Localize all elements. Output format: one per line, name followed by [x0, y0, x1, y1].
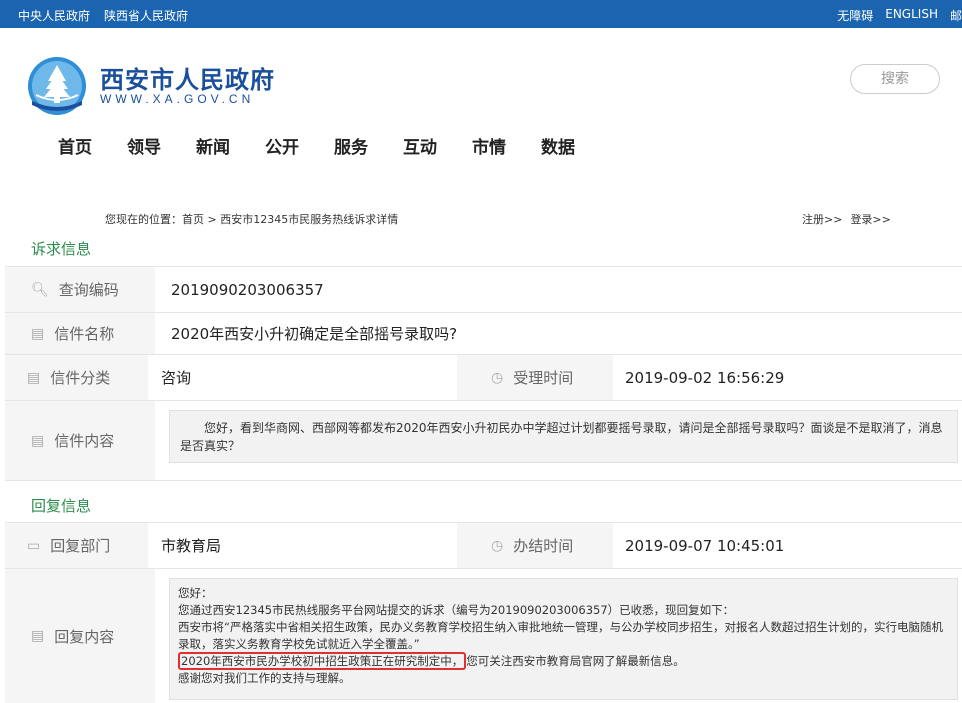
letter-name-label-text: 信件名称: [54, 325, 115, 343]
query-code-value: 2019090203006357: [171, 280, 324, 299]
category-label-text: 信件分类: [50, 369, 111, 387]
site-name: 西安市人民政府: [100, 66, 275, 94]
reply-line-rest: 您可关注西安市教育局官网了解最新信息。: [466, 654, 685, 668]
nav-leaders[interactable]: 领导: [127, 133, 196, 158]
clock-icon: ◷: [491, 369, 504, 386]
reply-line: 2020年西安市民办学校初中招生政策正在研究制定中， 您可关注西安市教育局官网了解…: [178, 652, 949, 670]
done-time-value: 2019-09-07 10:45:01: [625, 536, 785, 555]
document-icon: ▤: [31, 432, 45, 449]
nav-home[interactable]: 首页: [58, 133, 127, 158]
top-links-right: 无障碍 ENGLISH 邮: [837, 7, 962, 24]
appeal-content: 您好，看到华商网、西部网等都发布2020年西安小升初民办中学超过计划都要摇号录取…: [169, 410, 958, 463]
top-links-left: 中央人民政府 陕西省人民政府: [18, 7, 188, 24]
letter-name-label: ▤ 信件名称: [5, 313, 155, 354]
auth-links: 注册>> 登录>>: [802, 211, 891, 227]
row-reply-dept: ▭ 回复部门 市教育局 ◷ 办结时间 2019-09-07 10:45:01: [5, 523, 962, 569]
breadcrumb: 您现在的位置：首页 > 西安市12345市民服务热线诉求详情 注册>> 登录>>: [0, 208, 962, 228]
reply-line: 您通过西安12345市民热线服务平台网站提交的诉求（编号为20190902030…: [178, 603, 735, 617]
reply-line: 您好：: [178, 586, 213, 600]
category-label: ▤ 信件分类: [5, 355, 148, 400]
register-link[interactable]: 注册>>: [802, 211, 842, 227]
site-header: 西安市人民政府 WWW.XA.GOV.CN 搜索 首页 领导 新闻 公开 服务 …: [0, 28, 962, 200]
document-icon: ▤: [31, 325, 45, 342]
clock-icon: ◷: [491, 537, 504, 554]
document-icon: ▤: [27, 369, 41, 386]
dept-label: ▭ 回复部门: [5, 523, 148, 568]
link-english[interactable]: ENGLISH: [885, 7, 938, 24]
letter-name-value: 2020年西安小升初确定是全部摇号录取吗?: [171, 325, 458, 343]
query-code-label: 🔍︎ 查询编码: [5, 267, 155, 312]
search-input[interactable]: 搜索: [850, 64, 940, 94]
nav-city-info[interactable]: 市情: [472, 133, 541, 158]
category-value: 咨询: [161, 369, 192, 387]
accept-time-label: ◷ 受理时间: [457, 355, 613, 400]
search-icon: 🔍︎: [31, 281, 49, 298]
done-time-label: ◷ 办结时间: [457, 523, 613, 568]
link-mail[interactable]: 邮: [950, 7, 962, 24]
content-label-text: 信件内容: [54, 432, 115, 450]
accept-time-label-text: 受理时间: [513, 369, 574, 387]
content-label: ▤ 信件内容: [5, 401, 155, 480]
done-time-label-text: 办结时间: [513, 537, 574, 555]
reply-line: 西安市将“严格落实中省相关招生政策，民办义务教育学校招生纳入审批地统一管理，与公…: [178, 620, 943, 651]
nav-data[interactable]: 数据: [541, 133, 610, 158]
reply-section-title: 回复信息: [31, 497, 92, 515]
site-domain: WWW.XA.GOV.CN: [100, 92, 255, 106]
row-letter-name: ▤ 信件名称 2020年西安小升初确定是全部摇号录取吗?: [5, 313, 962, 355]
highlighted-policy-text: 2020年西安市民办学校初中招生政策正在研究制定中，: [178, 652, 467, 670]
main-nav: 首页 领导 新闻 公开 服务 互动 市情 数据: [58, 133, 610, 158]
reply-content-label: ▤ 回复内容: [5, 569, 155, 703]
top-bar: 中央人民政府 陕西省人民政府 无障碍 ENGLISH 邮: [0, 0, 962, 28]
query-code-label-text: 查询编码: [58, 281, 119, 299]
reply-content-label-text: 回复内容: [54, 627, 115, 646]
reply-line: 感谢您对我们工作的支持与理解。: [178, 671, 351, 685]
link-accessibility[interactable]: 无障碍: [837, 7, 873, 24]
nav-news[interactable]: 新闻: [196, 133, 265, 158]
login-link[interactable]: 登录>>: [850, 211, 890, 227]
row-category: ▤ 信件分类 咨询 ◷ 受理时间 2019-09-02 16:56:29: [5, 355, 962, 401]
link-central-gov[interactable]: 中央人民政府: [18, 7, 90, 24]
nav-public[interactable]: 公开: [265, 133, 334, 158]
breadcrumb-text[interactable]: 您现在的位置：首页 > 西安市12345市民服务热线诉求详情: [105, 211, 398, 227]
nav-interaction[interactable]: 互动: [403, 133, 472, 158]
appeal-section-title: 诉求信息: [31, 240, 92, 258]
document-icon: ▤: [31, 628, 45, 644]
link-shaanxi-gov[interactable]: 陕西省人民政府: [104, 7, 188, 24]
nav-services[interactable]: 服务: [334, 133, 403, 158]
row-query-code: 🔍︎ 查询编码 2019090203006357: [5, 267, 962, 313]
reply-content: 您好： 您通过西安12345市民热线服务平台网站提交的诉求（编号为2019090…: [169, 578, 958, 700]
accept-time-value: 2019-09-02 16:56:29: [625, 368, 785, 387]
folder-icon: ▭: [27, 537, 41, 554]
dept-label-text: 回复部门: [50, 537, 111, 555]
xian-logo-icon[interactable]: [26, 55, 88, 117]
dept-value: 市教育局: [161, 537, 222, 555]
